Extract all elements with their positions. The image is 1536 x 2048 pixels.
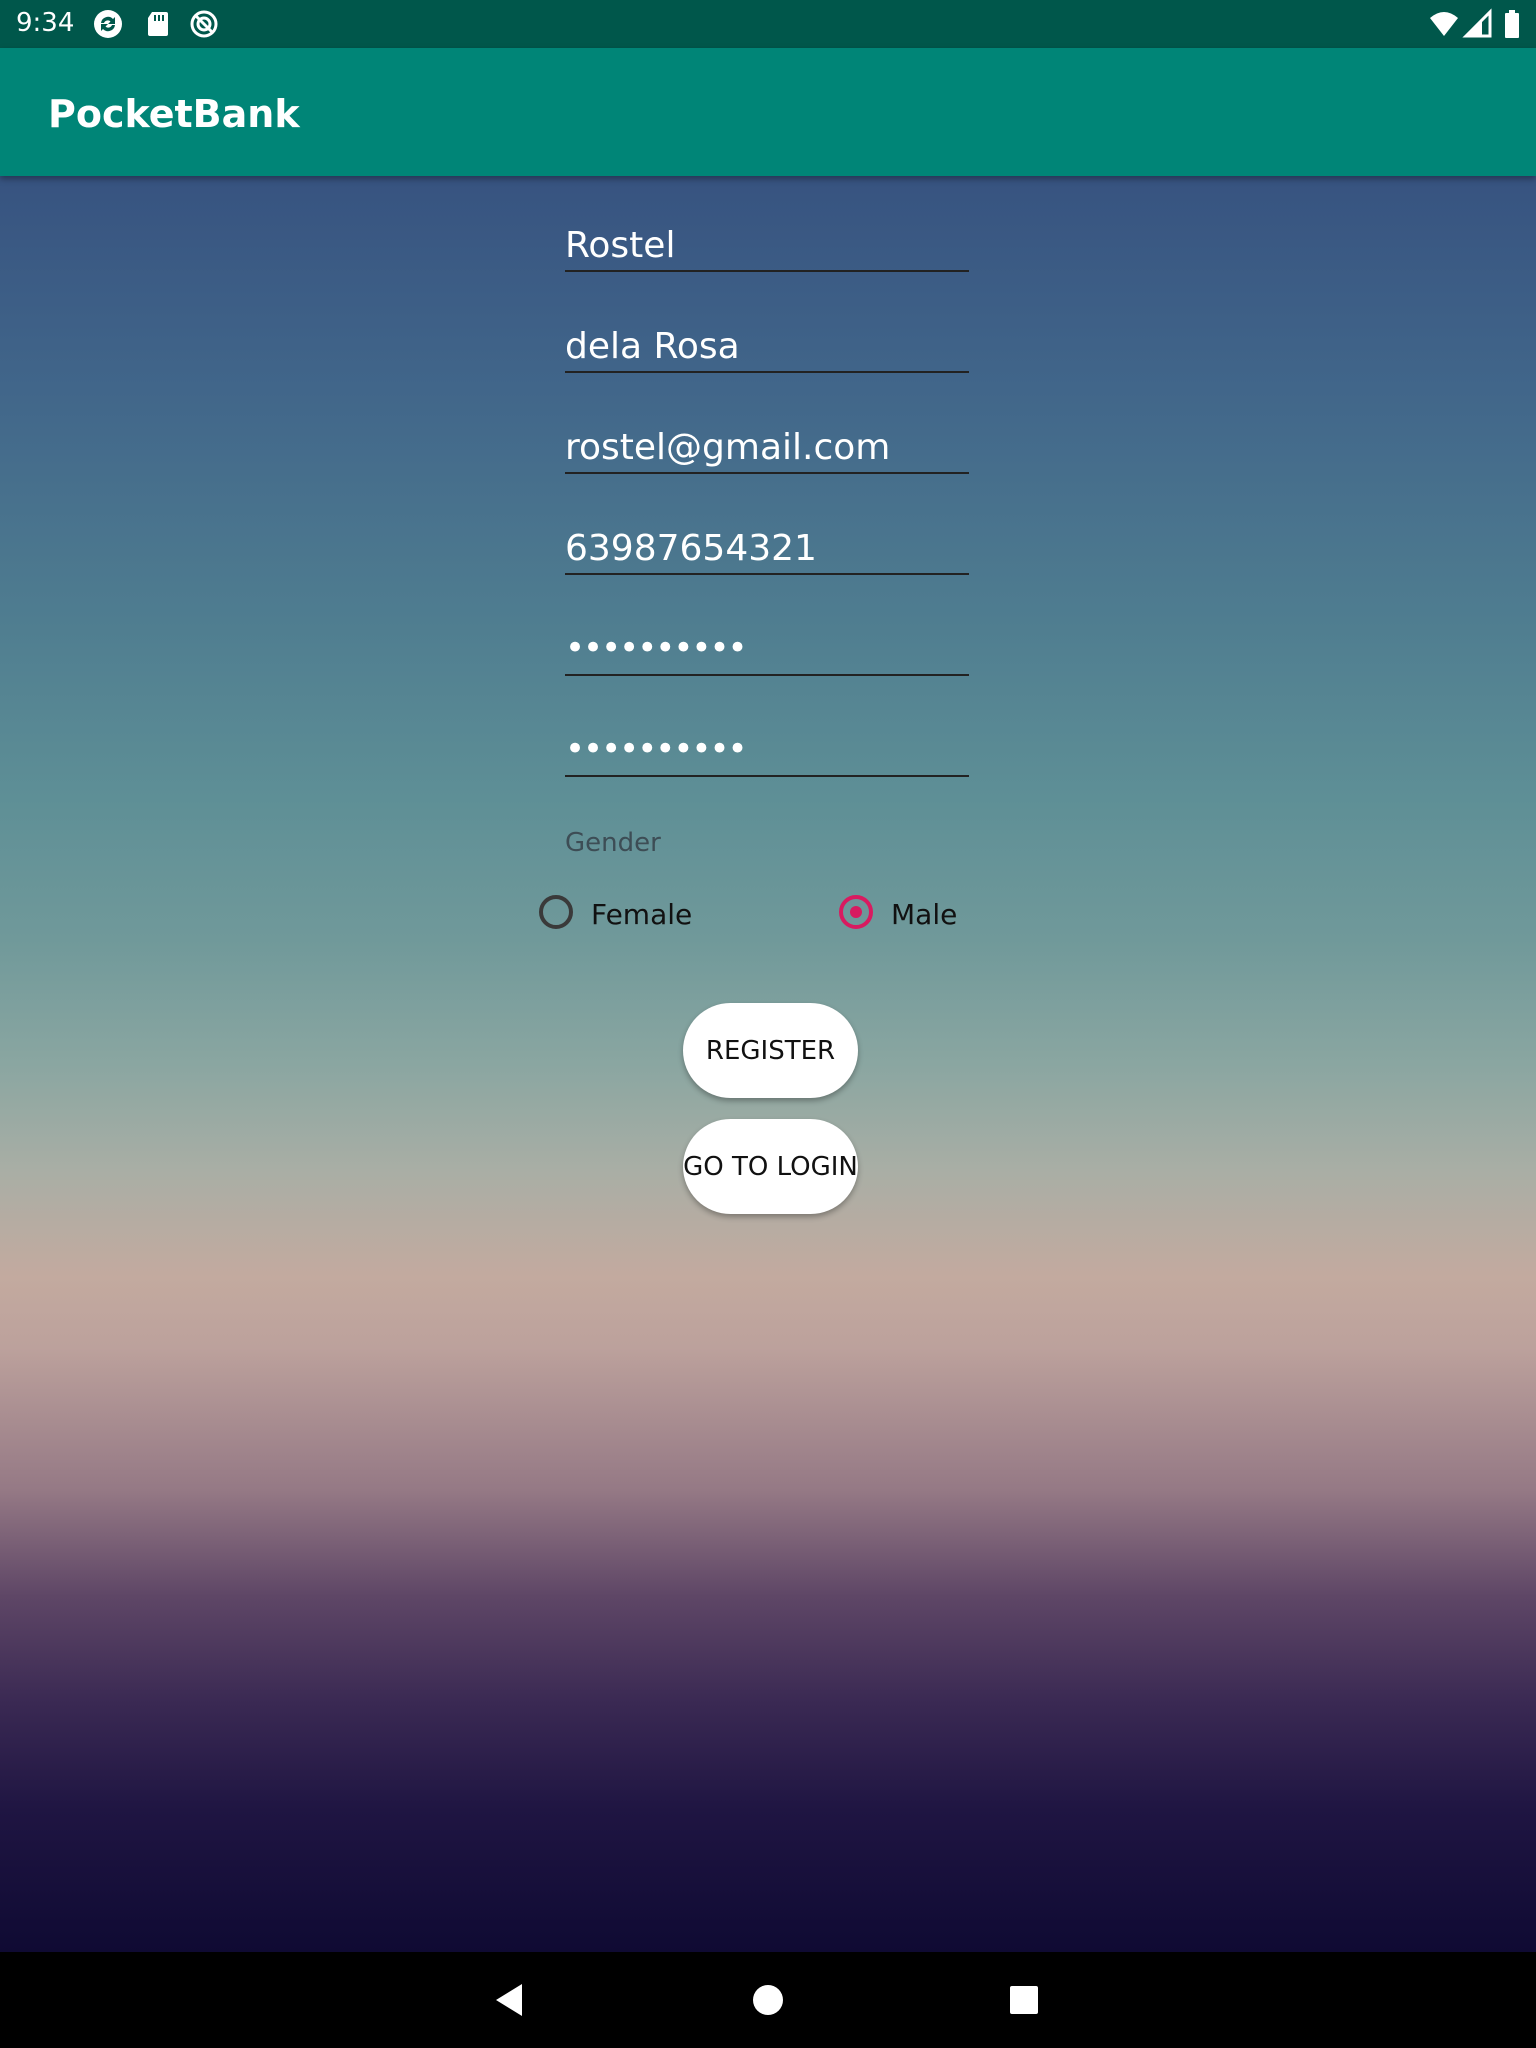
phone-field[interactable]: 63987654321 <box>565 521 969 575</box>
app-bar: PocketBank <box>0 48 1536 176</box>
first-name-value: Rostel <box>565 225 676 266</box>
signal-icon <box>1462 8 1492 38</box>
sync-icon <box>94 10 122 38</box>
email-field[interactable]: rostel@gmail.com <box>565 420 969 474</box>
register-button[interactable]: REGISTER <box>683 1003 858 1098</box>
wifi-icon <box>1430 12 1458 36</box>
home-icon[interactable] <box>746 1978 790 2022</box>
radio-unchecked-icon <box>539 895 573 929</box>
confirm-password-field[interactable]: •••••••••• <box>565 723 969 777</box>
password-field[interactable]: •••••••••• <box>565 622 969 676</box>
no-disturb-icon <box>190 10 218 38</box>
status-time: 9:34 <box>16 8 75 38</box>
first-name-field[interactable]: Rostel <box>565 218 969 272</box>
gender-option-label: Female <box>591 898 693 931</box>
back-icon[interactable] <box>488 1978 532 2022</box>
gender-label: Gender <box>565 828 661 858</box>
email-value: rostel@gmail.com <box>565 427 891 468</box>
status-bar: 9:34 <box>0 0 1536 48</box>
battery-icon <box>1505 10 1519 38</box>
go-to-login-button[interactable]: GO TO LOGIN <box>683 1119 858 1214</box>
last-name-field[interactable]: dela Rosa <box>565 319 969 373</box>
sd-card-icon <box>148 12 168 36</box>
radio-checked-icon <box>839 895 873 929</box>
password-value: •••••••••• <box>565 628 748 668</box>
gender-option-label: Male <box>891 898 958 931</box>
confirm-password-value: •••••••••• <box>565 729 748 769</box>
recents-icon[interactable] <box>1002 1978 1046 2022</box>
phone-value: 63987654321 <box>565 528 817 569</box>
navigation-bar <box>0 1952 1536 2048</box>
app-title: PocketBank <box>48 92 300 136</box>
last-name-value: dela Rosa <box>565 326 740 367</box>
